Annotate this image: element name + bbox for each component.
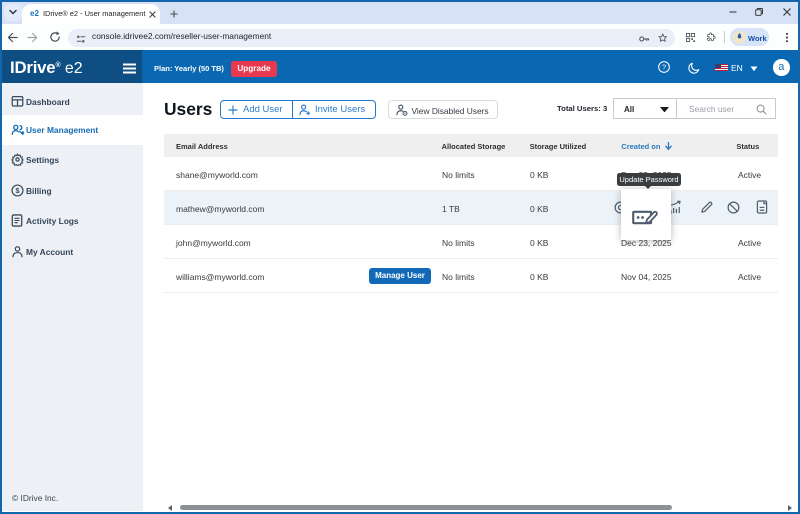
svg-text:?: ? [662, 63, 666, 72]
svg-text:$: $ [15, 186, 19, 195]
